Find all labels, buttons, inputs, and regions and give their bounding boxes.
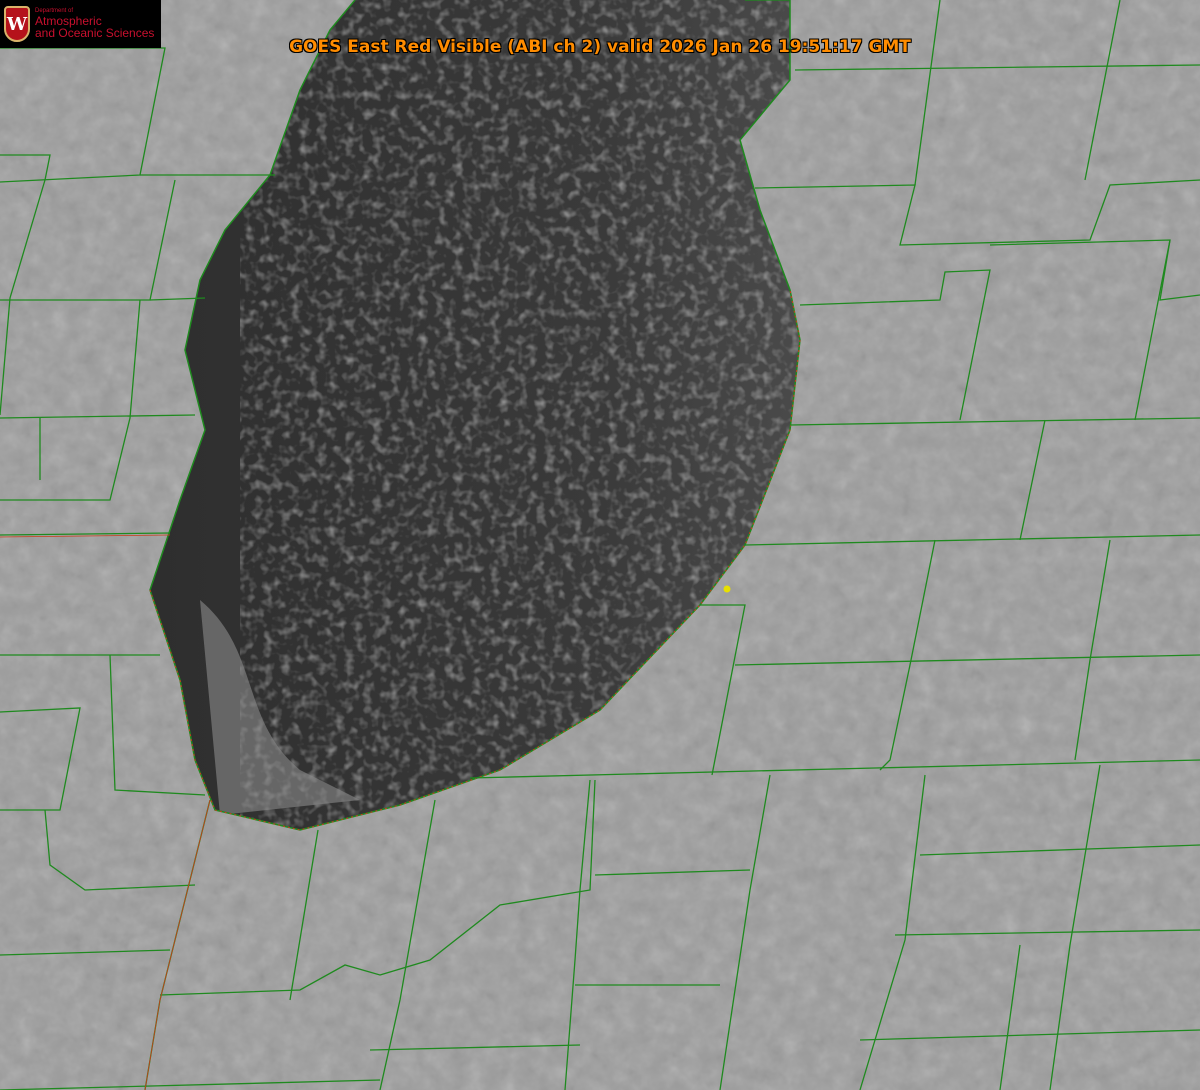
map-canvas: [0, 0, 1200, 1090]
satellite-image: W Department of Atmospheric and Oceanic …: [0, 0, 1200, 1090]
image-title: GOES East Red Visible (ABI ch 2) valid 2…: [289, 37, 911, 57]
location-marker: [723, 585, 731, 593]
